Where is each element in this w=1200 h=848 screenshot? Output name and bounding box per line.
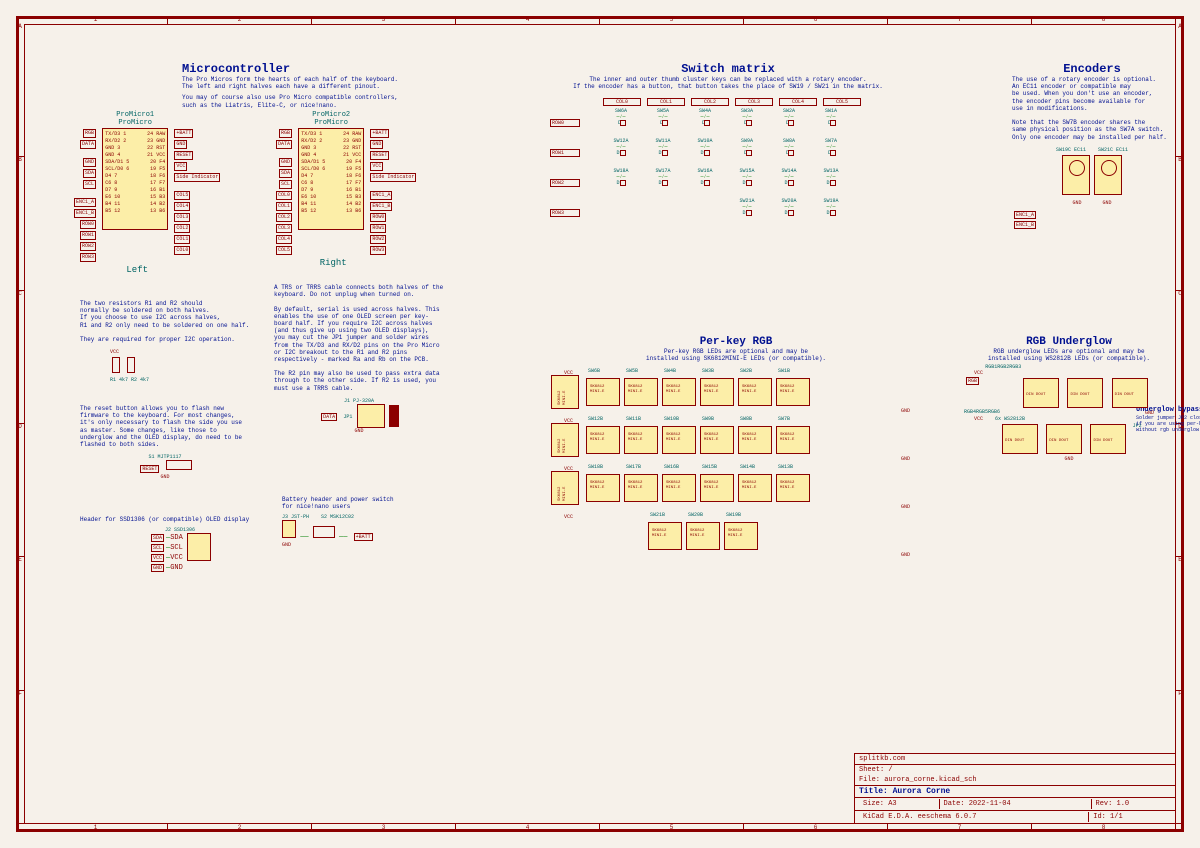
tb-company: splitkb.com [855, 754, 1175, 764]
tb-rev: Rev: 1.0 [1091, 799, 1172, 809]
tb-tool: KiCad E.D.A. eeschema 6.0.7 [859, 812, 1088, 822]
encoder-icon [1062, 155, 1090, 195]
pins-right-l: TX/D3 1RX/D2 2GND 3GND 4SDA/D1 5SCL/D0 6… [301, 131, 325, 215]
net-rgb: RGB [966, 377, 979, 385]
nets-right-r: +BATTGNDRESETVCCSide Indicator ENC1_AENC… [368, 128, 412, 256]
section-encoders: Encoders The use of a rotary encoder is … [1012, 62, 1172, 230]
tb-title: Title: Aurora Corne [855, 785, 1175, 797]
label-right: Right [254, 258, 412, 268]
nets-right-l: RGBDATA GNDSDASCLCOL0COL1COL2COL3COL4COL… [254, 128, 294, 256]
encoder-icon [1094, 155, 1122, 195]
net-reset: RESET [140, 465, 159, 473]
pins-left-r: 24 RAW23 GND22 RST21 VCC20 F419 F518 F61… [147, 131, 165, 215]
net-batt: +BATT [354, 533, 373, 541]
section-microcontroller: Microcontroller The Pro Micros form the … [182, 62, 512, 109]
note-oled: Header for SSD1306 (or compatible) OLED … [80, 516, 280, 573]
rgb-led-icon [1090, 424, 1126, 454]
nets-left-r: +BATTGNDRESETVCCSide Indicator COL5COL4C… [172, 128, 216, 256]
schematic-sheet: 12345678 12345678 ABCDEF ABCDEF Microcon… [0, 0, 1200, 848]
section-underglow: RGB Underglow RGB underglow LEDs are opt… [964, 336, 1174, 433]
pins-right-r: 24 RAW23 GND22 RST21 VCC20 F419 F518 F61… [343, 131, 361, 215]
oled-nets: SDA—SDASCL—SCLVCC—VCCGND—GND [149, 533, 183, 573]
heading-matrix: Switch matrix [548, 62, 908, 76]
ug-row1: RGB RGB1RGB2RGB3 [964, 376, 1174, 410]
label-left: Left [58, 265, 216, 275]
net-data: DATA [321, 413, 337, 421]
section-switch-matrix: Switch matrix The inner and outer thumb … [548, 62, 908, 226]
chip-group-right: RGBDATA GNDSDASCLCOL0COL1COL2COL3COL4COL… [254, 128, 412, 268]
note-reset: The reset button allows you to flash new… [80, 405, 250, 480]
note-resistors: The two resistors R1 and R2 should norma… [80, 300, 250, 383]
col-labels: COL0COL1COL2COL3COL4COL5 [600, 98, 908, 106]
heading-encoders: Encoders [1012, 62, 1172, 76]
rgb-led-icon [1112, 378, 1148, 408]
pins-left-l: TX/D3 1RX/D2 2GND 3GND 4SDA/D1 5SCL/D0 6… [105, 131, 129, 215]
desc-mcu-1: The Pro Micros form the hearts of each h… [182, 76, 512, 90]
tb-date: Date: 2022-11-04 [939, 799, 1091, 809]
ruler-left: ABCDEF [16, 24, 24, 824]
nets-left-l: RGBDATA GNDSDASCL ENC1_AENC1_BROW0ROW1RO… [58, 128, 98, 263]
rgb-led-icon [1067, 378, 1103, 408]
note-battery: Battery header and power switch for nice… [282, 496, 452, 548]
title-block: splitkb.com Sheet: / File: aurora_corne.… [854, 753, 1176, 824]
heading-underglow: RGB Underglow [964, 336, 1174, 348]
rgb-led-icon [1002, 424, 1038, 454]
r-parts: VCC R1 4k7 R2 4k7 [110, 349, 250, 383]
net-enc1b: ENC1_B [1014, 221, 1036, 229]
tb-sheet: Sheet: / [855, 764, 1175, 775]
heading-microcontroller: Microcontroller [182, 62, 512, 76]
ruler-bottom: 12345678 [24, 824, 1176, 832]
rgb-led-icon [1023, 378, 1059, 408]
tb-size: Size: A3 [859, 799, 939, 809]
chip-promicro-right: ProMicro2 ProMicro TX/D3 1RX/D2 2GND 3GN… [298, 128, 364, 230]
tb-file: File: aurora_corne.kicad_sch [855, 775, 1175, 785]
chip-group-left: RGBDATA GNDSDASCL ENC1_AENC1_BROW0ROW1RO… [58, 128, 216, 275]
note-trrs: A TRS or TRRS cable connects both halves… [274, 284, 444, 434]
section-perkey-rgb: Per-key RGB Per-key RGB LEDs are optiona… [546, 336, 926, 562]
rgb-led-icon [1046, 424, 1082, 454]
tb-id: Id: 1/1 [1088, 812, 1171, 822]
perkey-rows: VCCSW6BSW5BSW4BSW3BSW2BSW1BGNDVCCSW12BSW… [546, 370, 926, 558]
bypass-note: Underglow bypass Solder jumper JP2 close… [1136, 406, 1200, 432]
matrix-grid: COL0COL1COL2COL3COL4COL5 ROW0SW6A—⁄—D6SW… [548, 98, 908, 226]
chip-promicro-left: ProMicro1 ProMicro TX/D3 1RX/D2 2GND 3GN… [102, 128, 168, 230]
heading-perkey: Per-key RGB [546, 336, 926, 348]
net-enc1a: ENC1_A [1014, 211, 1036, 219]
matrix-rows: ROW0SW6A—⁄—D6SW5A—⁄—D5SW4A—⁄—D4SW3A—⁄—D3… [548, 106, 908, 226]
desc-mcu-2: You may of course also use Pro Micro com… [182, 94, 512, 108]
ruler-top: 12345678 [24, 16, 1176, 24]
